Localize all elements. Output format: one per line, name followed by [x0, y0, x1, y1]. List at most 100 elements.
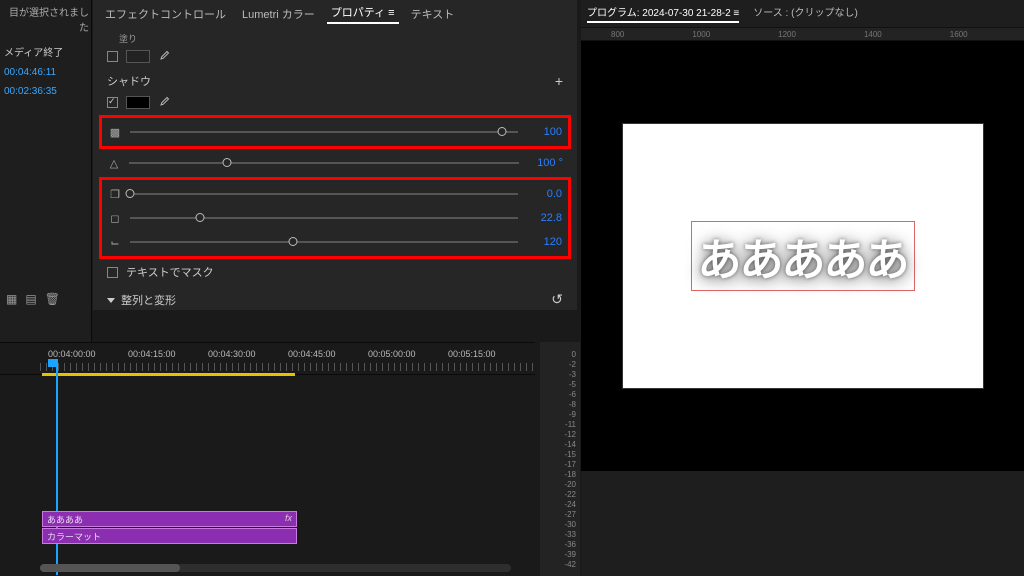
align-transform-label: 整列と変形 [121, 295, 176, 307]
fill-checkbox[interactable] [107, 51, 118, 62]
canvas-area[interactable]: あああああ [581, 41, 1024, 471]
timeline-panel: 00:04:00:00 00:04:15:00 00:04:30:00 00:04:4… [0, 342, 535, 576]
program-monitor-panel: プログラム: 2024-07-30 21-28-2 ≡ ソース : (クリップな… [581, 0, 1024, 576]
shadow-section-header: シャドウ + [107, 67, 563, 91]
db-mark: -2 [569, 360, 576, 369]
tab-source[interactable]: ソース : (クリップなし) [753, 4, 858, 23]
shadow-blur-slider-row: ⌙ 120 [108, 230, 562, 254]
fill-row [107, 45, 563, 67]
db-mark: -20 [564, 480, 576, 489]
timecode-2[interactable]: 00:02:36:35 [0, 82, 91, 101]
time-tick: 00:04:45:00 [288, 349, 336, 359]
time-tick: 00:04:00:00 [48, 349, 96, 359]
tab-properties[interactable]: プロパティ ≡ [327, 2, 399, 24]
db-mark: -39 [564, 550, 576, 559]
clip-text-title[interactable]: ああああfx [42, 511, 297, 527]
trash-icon[interactable]: 🗑 [45, 292, 60, 306]
distance-icon: ❐ [108, 188, 122, 201]
db-mark: -5 [569, 380, 576, 389]
db-mark: -15 [564, 450, 576, 459]
tab-program[interactable]: プログラム: 2024-07-30 21-28-2 ≡ [587, 4, 739, 23]
shadow-size-value[interactable]: 22.8 [526, 212, 562, 224]
ruler-mark: 1200 [778, 30, 796, 39]
time-tick: 00:04:30:00 [208, 349, 256, 359]
db-mark: -6 [569, 390, 576, 399]
db-mark: -24 [564, 500, 576, 509]
highlight-box-distance-blur-spread: ❐ 0.0 ◻ 22.8 ⌙ 120 [99, 177, 571, 259]
project-left-column: 目が選択されました メディア終了 00:04:46:11 00:02:36:35… [0, 0, 92, 342]
tab-lumetri-color[interactable]: Lumetri カラー [238, 4, 319, 24]
shadow-color-swatch[interactable] [126, 96, 150, 109]
tab-text[interactable]: テキスト [407, 4, 459, 24]
shadow-distance-slider-row: ❐ 0.0 [108, 182, 562, 206]
add-shadow-button[interactable]: + [555, 73, 563, 89]
time-tick: 00:05:00:00 [368, 349, 416, 359]
time-tick: 00:04:15:00 [128, 349, 176, 359]
timeline-scrollbar[interactable] [40, 564, 511, 572]
fill-color-swatch[interactable] [126, 50, 150, 63]
timeline-scroll-thumb[interactable] [40, 564, 180, 572]
db-mark: 0 [572, 350, 576, 359]
work-area-bar[interactable] [42, 373, 295, 376]
disclosure-triangle-icon [107, 298, 115, 303]
shadow-distance-slider[interactable] [130, 193, 518, 195]
timecode-1[interactable]: 00:04:46:11 [0, 63, 91, 82]
shadow-size-slider[interactable] [130, 217, 518, 219]
time-ruler[interactable]: 00:04:00:00 00:04:15:00 00:04:30:00 00:04:4… [0, 343, 535, 375]
list-view-icon[interactable]: ▦ [6, 292, 17, 306]
selection-status: 目が選択されました [0, 0, 91, 40]
highlight-box-opacity: ▩ 100 [99, 115, 571, 149]
shadow-blur-value[interactable]: 120 [526, 236, 562, 248]
ruler-mark: 800 [611, 30, 624, 39]
db-mark: -36 [564, 540, 576, 549]
audio-meter: 0-2-3-5-6-8-9-11-12-14-15-17-18-20-22-24… [540, 342, 580, 576]
shadow-opacity-slider-row: ▩ 100 [108, 120, 562, 144]
tab-effect-controls[interactable]: エフェクトコントロール [101, 4, 230, 24]
db-mark: -11 [565, 420, 576, 429]
db-mark: -18 [564, 470, 576, 479]
thumb-view-icon[interactable]: ▤ [25, 292, 36, 306]
db-mark: -27 [564, 510, 576, 519]
db-mark: -42 [564, 560, 576, 569]
db-mark: -17 [564, 460, 576, 469]
clip-color-matte[interactable]: カラーマット [42, 528, 297, 544]
shadow-angle-value[interactable]: 100 ° [527, 157, 563, 169]
ruler-mark: 1600 [950, 30, 968, 39]
text-selection-frame[interactable]: あああああ [691, 221, 915, 291]
reset-icon[interactable]: ↺ [551, 291, 563, 308]
shadow-checkbox[interactable] [107, 97, 118, 108]
align-transform-header[interactable]: 整列と変形 ↺ [107, 283, 563, 316]
properties-panel: エフェクトコントロール Lumetri カラー プロパティ ≡ テキスト 塗り … [93, 0, 577, 310]
shadow-eyedropper-icon[interactable] [158, 96, 170, 108]
fill-eyedropper-icon[interactable] [158, 50, 170, 62]
mask-with-text-label: テキストでマスク [126, 264, 214, 280]
shadow-blur-slider[interactable] [130, 241, 518, 243]
db-mark: -3 [569, 370, 576, 379]
angle-icon: △ [107, 157, 121, 170]
video-canvas[interactable]: あああああ [623, 124, 983, 388]
db-mark: -33 [564, 530, 576, 539]
db-mark: -9 [569, 410, 576, 419]
ruler-mark: 1400 [864, 30, 882, 39]
time-tick: 00:05:15:00 [448, 349, 496, 359]
panel-tabs: エフェクトコントロール Lumetri カラー プロパティ ≡ テキスト [93, 0, 577, 24]
mask-with-text-checkbox[interactable] [107, 267, 118, 278]
blur-icon: ⌙ [108, 236, 122, 249]
ruler-mark: 1000 [692, 30, 710, 39]
shadow-size-slider-row: ◻ 22.8 [108, 206, 562, 230]
shadow-opacity-slider[interactable] [130, 131, 518, 133]
shadow-distance-value[interactable]: 0.0 [526, 188, 562, 200]
db-mark: -14 [564, 440, 576, 449]
project-footer-icons: ▦ ▤ 🗑 [6, 292, 60, 306]
monitor-tabs: プログラム: 2024-07-30 21-28-2 ≡ ソース : (クリップな… [581, 0, 1024, 27]
shadow-angle-slider-row: △ 100 ° [107, 151, 563, 175]
fill-section-label: 塗り [107, 32, 563, 45]
mask-with-text-row: テキストでマスク [107, 261, 563, 283]
shadow-angle-slider[interactable] [129, 162, 519, 164]
shadow-section-label: シャドウ [107, 73, 151, 89]
db-mark: -12 [564, 430, 576, 439]
shadow-opacity-value[interactable]: 100 [526, 126, 562, 138]
media-end-label: メディア終了 [0, 40, 91, 63]
title-text[interactable]: あああああ [698, 224, 908, 288]
db-mark: -22 [564, 490, 576, 499]
